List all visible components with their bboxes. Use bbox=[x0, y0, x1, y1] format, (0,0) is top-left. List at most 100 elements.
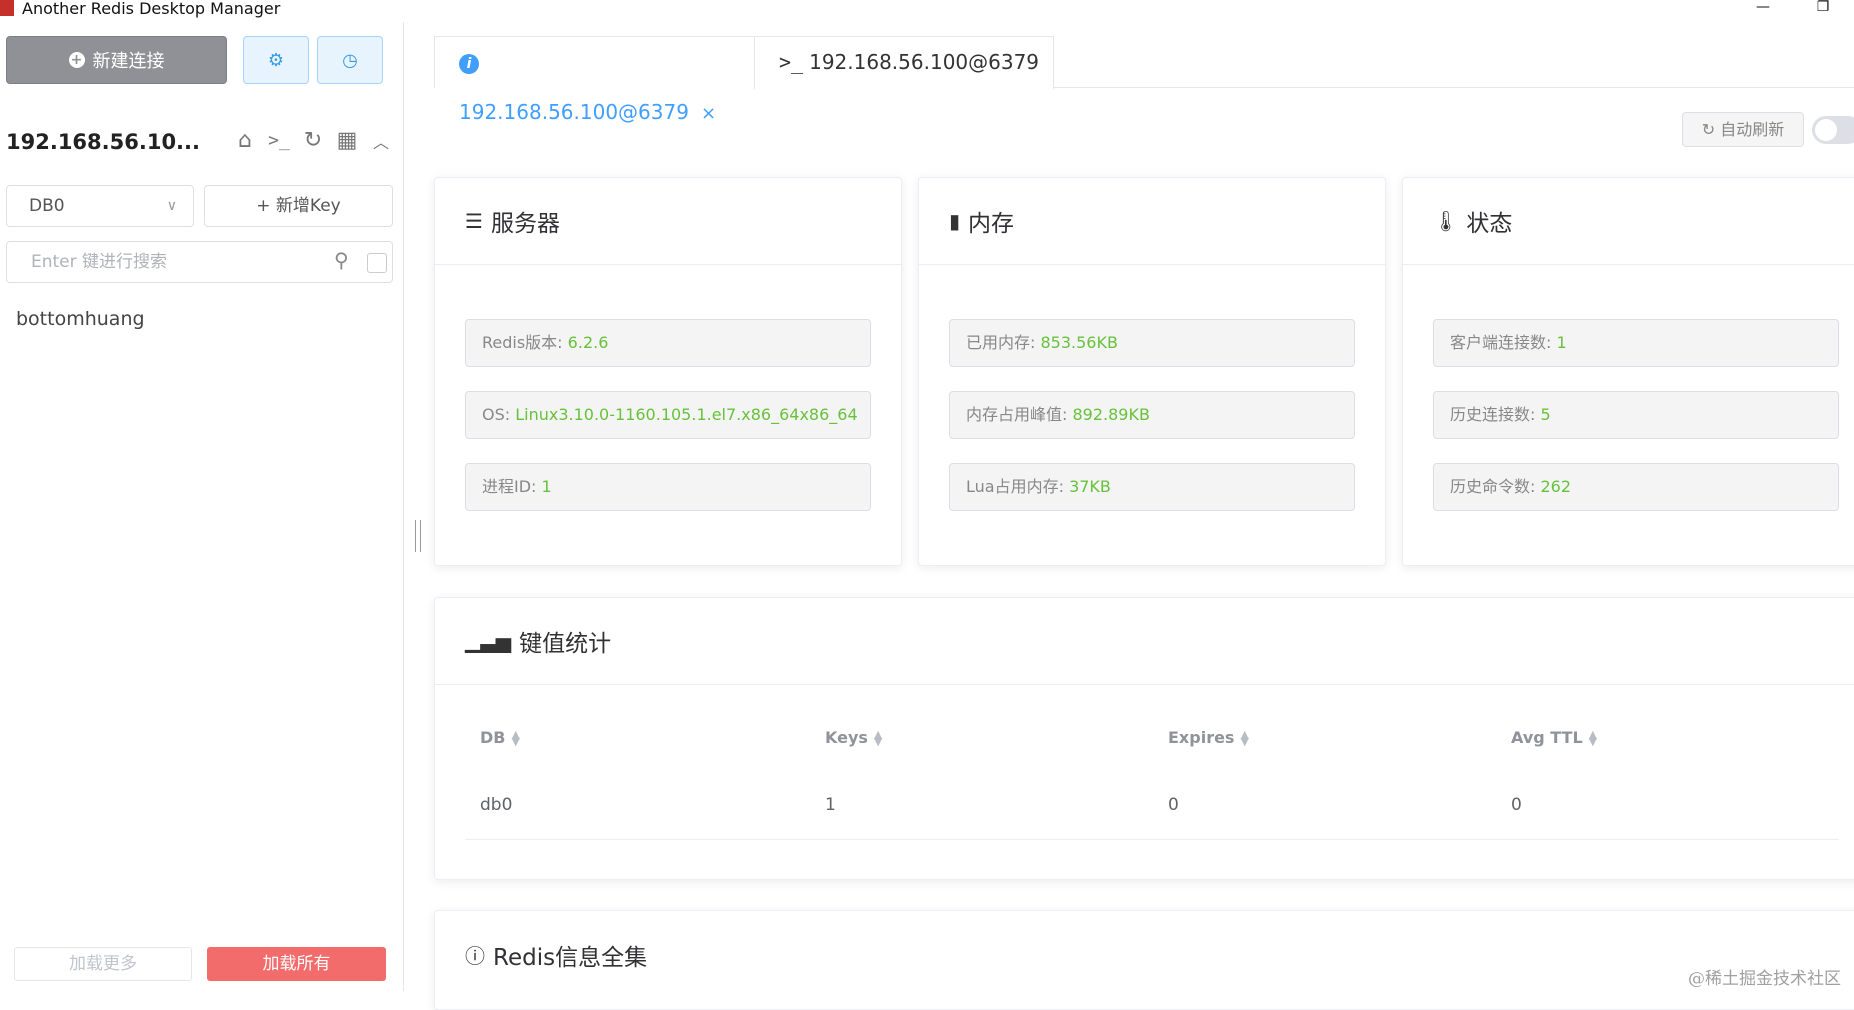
column-header-keys[interactable]: Keys ▲ ▼ bbox=[810, 703, 1153, 771]
column-header-db[interactable]: DB ▲ ▼ bbox=[465, 703, 810, 771]
card-header: ⓘ Redis信息全集 bbox=[435, 911, 1854, 998]
sidebar: + 新建连接 ⚙ ◷ 192.168.56.10... ⌂ >_ ↻ ▦ ︿ D… bbox=[0, 22, 404, 991]
settings-button[interactable]: ⚙ bbox=[243, 36, 309, 84]
stat-os: OS: Linux3.10.0-1160.105.1.el7.x86_64x86… bbox=[465, 391, 871, 439]
auto-refresh-toggle[interactable] bbox=[1812, 116, 1854, 144]
search-box: ⚲ bbox=[6, 241, 393, 283]
column-label: DB bbox=[480, 727, 506, 747]
clock-icon: ◷ bbox=[342, 49, 358, 71]
stat-label: 历史连接数: bbox=[1450, 405, 1541, 424]
stat-label: 已用内存: bbox=[966, 333, 1041, 352]
stat-value: 262 bbox=[1540, 477, 1572, 496]
bar-chart-icon: ▁▃▅ bbox=[465, 629, 512, 653]
chevron-down-icon: ∨ bbox=[166, 198, 177, 214]
db-select-value: DB0 bbox=[29, 196, 65, 216]
server-icon: ☰ bbox=[465, 209, 483, 233]
stat-process-id: 进程ID: 1 bbox=[465, 463, 871, 511]
stat-value: Linux3.10.0-1160.105.1.el7.x86_64x86_64 bbox=[515, 405, 858, 424]
column-label: Expires bbox=[1168, 727, 1235, 747]
sort-icon[interactable]: ▲ ▼ bbox=[511, 729, 519, 747]
sort-icon[interactable]: ▲ ▼ bbox=[1589, 729, 1597, 747]
minimize-button[interactable]: — bbox=[1740, 0, 1786, 20]
terminal-icon[interactable]: >_ bbox=[268, 130, 290, 151]
refresh-icon: ↻ bbox=[1701, 120, 1716, 139]
memory-chip-icon: ▮ bbox=[949, 209, 961, 233]
column-label: Avg TTL bbox=[1511, 727, 1583, 747]
stat-redis-version: Redis版本: 6.2.6 bbox=[465, 319, 871, 367]
stat-value: 1 bbox=[541, 477, 552, 496]
status-card: 🌡 状态 客户端连接数: 1 历史连接数: 5 历史命令数: 262 bbox=[1402, 177, 1854, 566]
column-header-avg-ttl[interactable]: Avg TTL ▲ ▼ bbox=[1496, 703, 1839, 771]
table-row: db0 1 0 0 bbox=[465, 771, 1839, 840]
tab-bar: i192.168.56.100@6379 × >_ 192.168.56.100@6… bbox=[434, 36, 1854, 124]
sort-icon[interactable]: ▲ ▼ bbox=[1240, 729, 1248, 747]
app-logo-icon bbox=[0, 0, 14, 16]
card-title: 内存 bbox=[968, 211, 1015, 237]
table-cell: 0 bbox=[1496, 771, 1839, 840]
db-select[interactable]: DB0 ∨ bbox=[6, 185, 194, 227]
column-header-expires[interactable]: Expires ▲ ▼ bbox=[1153, 703, 1496, 771]
card-title: Redis信息全集 bbox=[493, 944, 648, 971]
toggle-knob bbox=[1815, 119, 1837, 141]
terminal-icon: >_ bbox=[779, 50, 804, 74]
sidebar-resize-handle[interactable] bbox=[415, 520, 421, 552]
auto-refresh-button[interactable]: ↻ 自动刷新 bbox=[1682, 112, 1804, 147]
table-cell: db0 bbox=[465, 771, 810, 840]
grid-icon[interactable]: ▦ bbox=[336, 128, 358, 153]
key-stats-card: ▁▃▅ 键值统计 DB ▲ ▼ Keys ▲ ▼ Expires ▲ ▼ Avg TTL ▲ ▼… bbox=[434, 597, 1854, 880]
memory-card: ▮ 内存 已用内存: 853.56KB 内存占用峰值: 892.89KB Lua… bbox=[918, 177, 1386, 566]
key-list-item[interactable]: bottomhuang bbox=[16, 308, 145, 330]
exact-search-checkbox[interactable] bbox=[367, 253, 387, 273]
watermark: @稀土掘金技术社区 bbox=[1688, 969, 1841, 989]
restore-button[interactable]: ❐ bbox=[1800, 0, 1846, 20]
stat-value: 853.56KB bbox=[1040, 333, 1118, 352]
stat-client-connections: 客户端连接数: 1 bbox=[1433, 319, 1839, 367]
card-title: 状态 bbox=[1466, 211, 1513, 237]
stat-label: 客户端连接数: bbox=[1450, 333, 1557, 352]
sort-icon[interactable]: ▲ ▼ bbox=[874, 729, 882, 747]
tab-label: 192.168.56.100@6379 bbox=[459, 100, 689, 124]
connection-toolbar: ⌂ >_ ↻ ▦ ︿ bbox=[234, 128, 392, 153]
card-header: 🌡 状态 bbox=[1403, 178, 1854, 265]
connection-name[interactable]: 192.168.56.10... bbox=[6, 130, 200, 154]
search-icon[interactable]: ⚲ bbox=[334, 248, 349, 272]
stat-lua-memory: Lua占用内存: 37KB bbox=[949, 463, 1355, 511]
stat-value: 1 bbox=[1556, 333, 1567, 352]
history-button[interactable]: ◷ bbox=[317, 36, 383, 84]
stat-value: 6.2.6 bbox=[567, 333, 609, 352]
stat-label: 历史命令数: bbox=[1450, 477, 1541, 496]
stat-label: 进程ID: bbox=[482, 477, 542, 496]
server-card: ☰ 服务器 Redis版本: 6.2.6 OS: Linux3.10.0-116… bbox=[434, 177, 902, 566]
table-cell: 0 bbox=[1153, 771, 1496, 840]
info-circle-icon: ⓘ bbox=[465, 944, 485, 968]
redis-info-card: ⓘ Redis信息全集 bbox=[434, 910, 1854, 1010]
stat-label: Lua占用内存: bbox=[966, 477, 1070, 496]
chevron-up-icon[interactable]: ︿ bbox=[370, 129, 392, 153]
new-connection-label: 新建连接 bbox=[92, 51, 165, 72]
load-all-button[interactable]: 加载所有 bbox=[207, 947, 386, 981]
refresh-icon[interactable]: ↻ bbox=[302, 128, 324, 153]
key-stats-table: DB ▲ ▼ Keys ▲ ▼ Expires ▲ ▼ Avg TTL ▲ ▼ db0 1 0 … bbox=[465, 703, 1839, 840]
plus-circle-icon: + bbox=[68, 52, 85, 68]
stat-value: 892.89KB bbox=[1072, 405, 1150, 424]
stat-label: OS: bbox=[482, 405, 516, 424]
table-cell: 1 bbox=[810, 771, 1153, 840]
search-input[interactable] bbox=[29, 250, 319, 274]
new-connection-button[interactable]: + 新建连接 bbox=[6, 36, 227, 84]
card-header: ▁▃▅ 键值统计 bbox=[435, 598, 1854, 685]
stat-total-commands: 历史命令数: 262 bbox=[1433, 463, 1839, 511]
gear-icon: ⚙ bbox=[267, 49, 285, 71]
load-more-button[interactable]: 加载更多 bbox=[14, 947, 192, 981]
stat-peak-memory: 内存占用峰值: 892.89KB bbox=[949, 391, 1355, 439]
home-icon[interactable]: ⌂ bbox=[234, 128, 256, 153]
tab-connection-info[interactable]: i 192.168.56.100@6379 × bbox=[434, 36, 756, 124]
card-header: ▮ 内存 bbox=[919, 178, 1385, 265]
card-title: 服务器 bbox=[490, 211, 560, 237]
card-header: ☰ 服务器 bbox=[435, 178, 901, 265]
stat-value: 37KB bbox=[1069, 477, 1111, 496]
tab-terminal[interactable]: >_ 192.168.56.100@6379 bbox=[754, 36, 1054, 89]
close-icon[interactable]: × bbox=[701, 103, 716, 124]
thermometer-icon: 🌡 bbox=[1433, 209, 1459, 233]
new-key-button[interactable]: + 新增Key bbox=[204, 185, 393, 227]
window-title: Another Redis Desktop Manager bbox=[22, 0, 281, 18]
